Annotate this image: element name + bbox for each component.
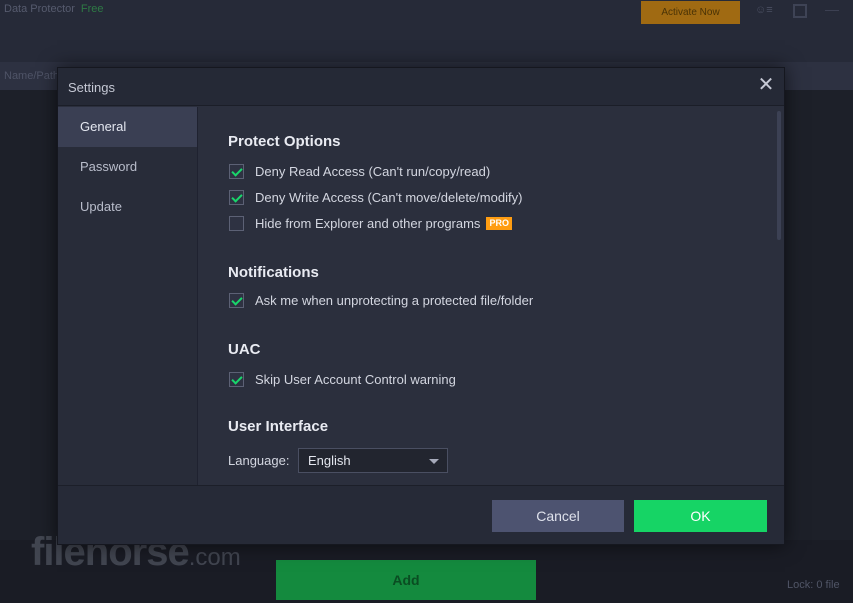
- option-label: Hide from Explorer and other programs: [255, 215, 481, 231]
- background-free-label: Free: [80, 3, 104, 15]
- dialog-titlebar: Settings ✕: [58, 68, 784, 106]
- pro-badge: PRO: [486, 216, 512, 230]
- user-icon: ☺≡: [755, 4, 773, 16]
- checkbox-skip-uac[interactable]: [229, 371, 244, 387]
- option-label: Deny Read Access (Can't run/copy/read): [255, 163, 491, 179]
- checkbox-deny-write[interactable]: [229, 189, 244, 205]
- option-deny-write[interactable]: Deny Write Access (Can't move/delete/mod…: [229, 188, 522, 206]
- settings-dialog: Settings ✕ General Password Update Prote…: [57, 67, 785, 545]
- background-activate-button: Activate Now: [641, 1, 740, 24]
- background-column-name: Name/Path: [4, 70, 60, 82]
- background-app-header: Data Protector Free Activate Now ☺≡ —: [0, 0, 853, 62]
- ok-button[interactable]: OK: [634, 500, 767, 532]
- settings-content: Protect Options Deny Read Access (Can't …: [199, 107, 784, 485]
- content-scrollbar[interactable]: [777, 111, 781, 240]
- dialog-title: Settings: [68, 80, 115, 95]
- sidebar-item-password[interactable]: Password: [58, 147, 197, 187]
- option-hide-from-explorer[interactable]: Hide from Explorer and other programs PR…: [229, 214, 512, 232]
- menu-icon: [793, 4, 807, 18]
- minimize-icon: —: [825, 1, 839, 17]
- close-icon[interactable]: ✕: [756, 75, 776, 96]
- checkbox-hide-from-explorer[interactable]: [229, 215, 244, 231]
- background-lock-status: Lock: 0 file: [787, 579, 840, 591]
- section-title-user-interface: User Interface: [228, 418, 329, 435]
- language-value: English: [308, 453, 351, 468]
- option-label: Ask me when unprotecting a protected fil…: [255, 292, 534, 308]
- background-app-title: Data Protector Free: [4, 3, 104, 15]
- dialog-footer: Cancel OK: [58, 485, 784, 544]
- option-skip-uac[interactable]: Skip User Account Control warning: [229, 370, 456, 388]
- cancel-button[interactable]: Cancel: [492, 500, 624, 532]
- chevron-down-icon: [429, 459, 439, 464]
- section-title-notifications: Notifications: [228, 264, 319, 281]
- checkbox-deny-read[interactable]: [229, 163, 244, 179]
- sidebar-item-general[interactable]: General: [58, 107, 197, 147]
- option-label: Deny Write Access (Can't move/delete/mod…: [255, 189, 523, 205]
- section-title-protect-options: Protect Options: [228, 133, 341, 150]
- option-ask-unprotect[interactable]: Ask me when unprotecting a protected fil…: [229, 291, 533, 309]
- settings-sidebar: General Password Update: [58, 107, 198, 485]
- section-title-uac: UAC: [228, 341, 261, 358]
- checkbox-ask-unprotect[interactable]: [229, 292, 244, 308]
- option-deny-read[interactable]: Deny Read Access (Can't run/copy/read): [229, 162, 490, 180]
- background-add-button: Add: [276, 560, 536, 600]
- sidebar-item-update[interactable]: Update: [58, 187, 197, 227]
- language-select[interactable]: English: [298, 448, 448, 473]
- language-label: Language:: [228, 453, 290, 468]
- option-label: Skip User Account Control warning: [255, 371, 456, 387]
